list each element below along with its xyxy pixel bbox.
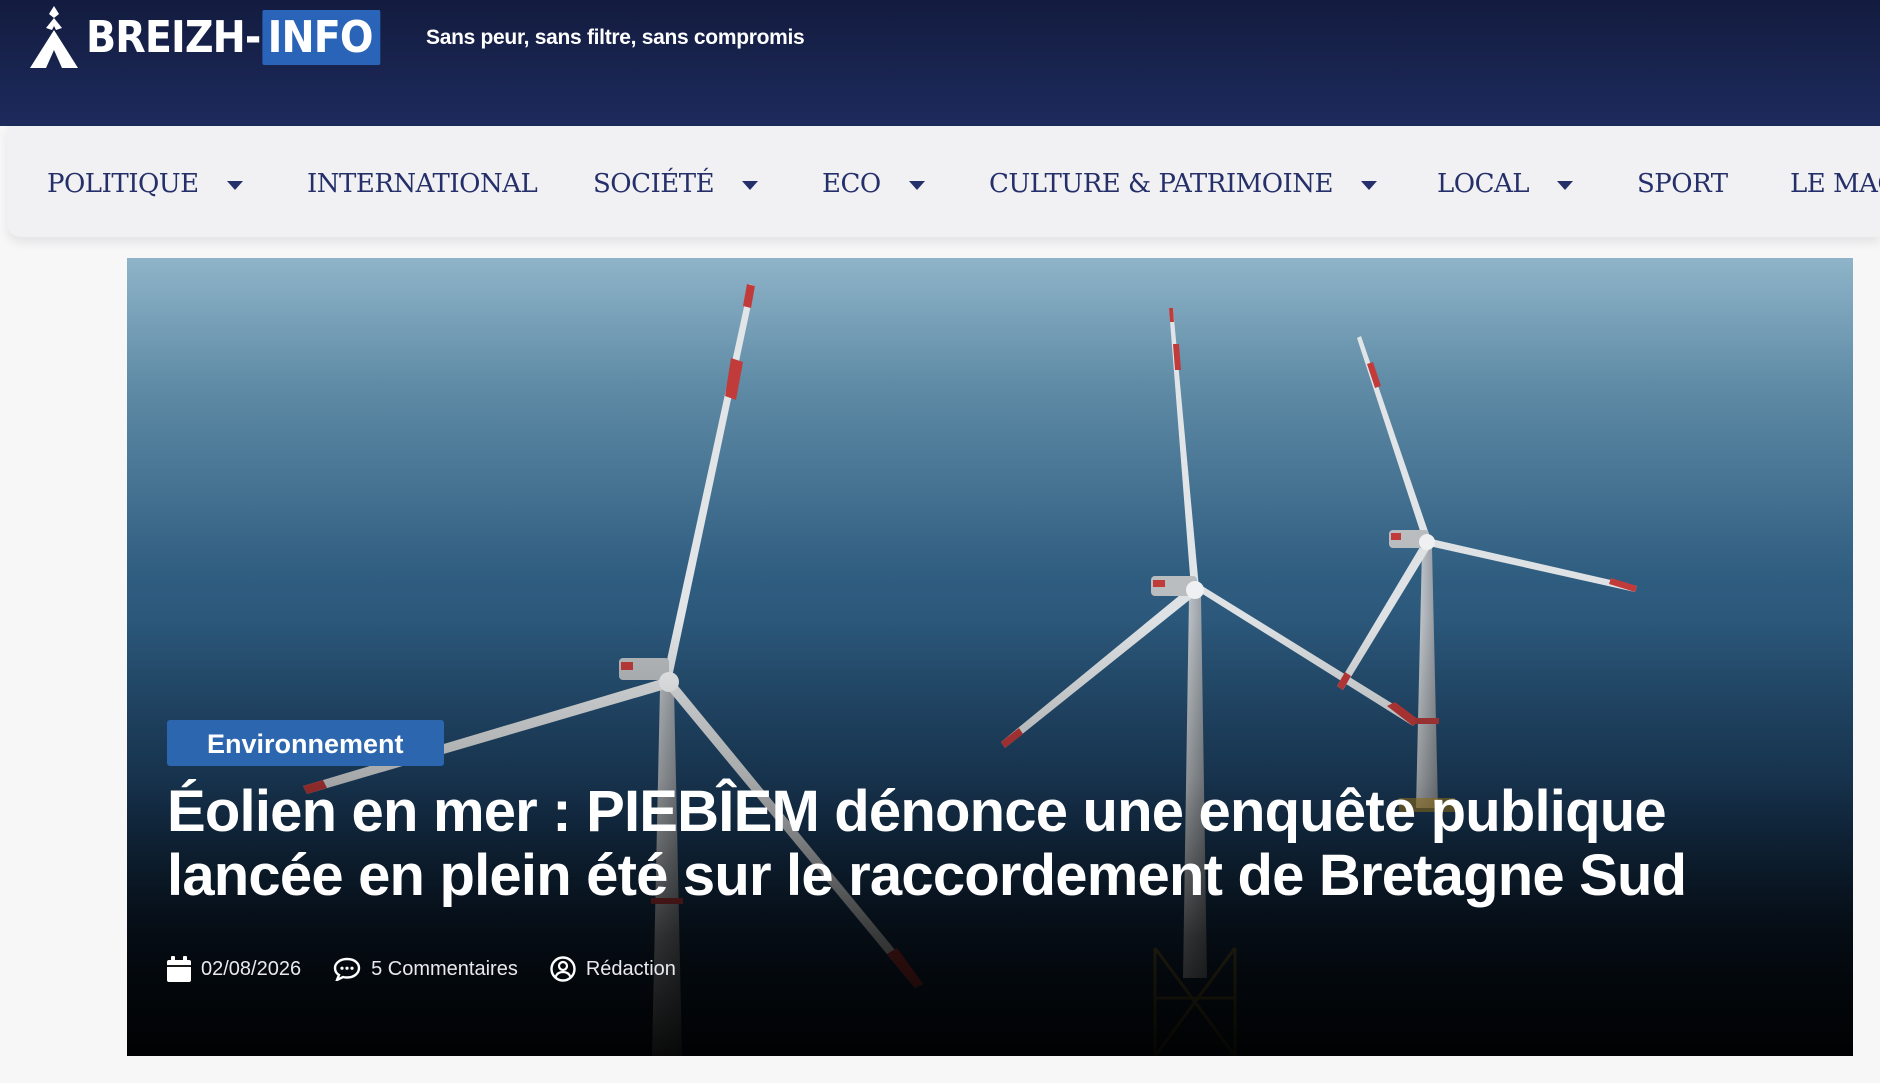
nav-item-international[interactable]: INTERNATIONAL	[307, 164, 538, 204]
article-headline[interactable]: Éolien en mer : PIEBÎEM dénonce une enqu…	[167, 780, 1827, 908]
site-logo[interactable]: BREIZH- INFO	[26, 4, 413, 70]
nav-item-label: POLITIQUE	[47, 169, 199, 199]
featured-article[interactable]: Environnement Éolien en mer : PIEBÎEM dé…	[127, 258, 1853, 1056]
nav-item-culture-patrimoine[interactable]: CULTURE & PATRIMOINE	[989, 164, 1378, 204]
hero-gradient-overlay	[127, 258, 1853, 1056]
article-comments-text: 5 Commentaires	[371, 957, 518, 980]
nav-item-le-mag[interactable]: LE MAG	[1790, 164, 1880, 204]
nav-item-local[interactable]: LOCAL	[1437, 164, 1574, 204]
triskell-logo-icon	[30, 6, 78, 68]
nav-item-societe[interactable]: SOCIÉTÉ	[593, 164, 759, 204]
nav-item-label: INTERNATIONAL	[307, 169, 538, 199]
nav-item-sport[interactable]: SPORT	[1637, 164, 1728, 204]
nav-item-eco[interactable]: ECO	[822, 164, 925, 204]
calendar-icon	[167, 956, 191, 982]
site-tagline: Sans peur, sans filtre, sans compromis	[426, 26, 805, 49]
caret-down-icon	[226, 180, 243, 190]
article-date: 02/08/2026	[167, 956, 301, 982]
logo-text: BREIZH-	[86, 11, 261, 63]
comment-icon	[333, 957, 361, 981]
site-header: BREIZH- INFO Sans peur, sans filtre, sans…	[0, 0, 1880, 126]
nav-item-label: LE MAG	[1790, 169, 1880, 199]
nav-item-label: SPORT	[1637, 169, 1728, 199]
caret-down-icon	[742, 180, 759, 190]
main-nav: POLITIQUE INTERNATIONAL SOCIÉTÉ ECO CULT…	[7, 126, 1880, 237]
caret-down-icon	[1361, 180, 1378, 190]
article-date-text: 02/08/2026	[201, 957, 302, 980]
nav-item-label: LOCAL	[1437, 169, 1530, 199]
caret-down-icon	[1557, 180, 1574, 190]
article-author-text: Rédaction	[585, 957, 676, 980]
article-author[interactable]: Rédaction	[550, 956, 676, 982]
logo-accent: INFO	[262, 9, 380, 65]
nav-item-label: ECO	[822, 169, 881, 199]
article-meta: 02/08/2026 5 Commentaires Rédaction	[167, 956, 708, 982]
nav-item-politique[interactable]: POLITIQUE	[47, 164, 243, 204]
nav-item-label: SOCIÉTÉ	[593, 169, 715, 199]
caret-down-icon	[908, 180, 925, 190]
user-circle-icon	[550, 956, 576, 982]
nav-item-label: CULTURE & PATRIMOINE	[989, 169, 1334, 199]
article-comments[interactable]: 5 Commentaires	[333, 957, 518, 981]
category-badge[interactable]: Environnement	[167, 720, 444, 766]
logo-wordmark: BREIZH- INFO	[86, 9, 380, 65]
